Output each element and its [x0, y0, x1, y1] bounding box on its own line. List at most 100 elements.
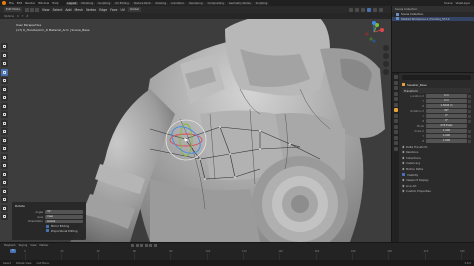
navigation-gizmo[interactable] — [363, 21, 385, 43]
shrink-tool-button[interactable] — [1, 196, 8, 203]
prev-keyframe-icon[interactable] — [135, 244, 139, 247]
rotation-mode-dropdown[interactable]: XYZ Euler — [426, 124, 467, 128]
orientation-dropdown[interactable]: Global — [127, 7, 141, 12]
lock-icon[interactable] — [468, 104, 471, 108]
outliner-item[interactable]: Twisted Workpiece.1 (Hoodie)_ST.1X — [392, 16, 474, 22]
overlay-icon[interactable] — [349, 7, 353, 12]
extrude-tool-button[interactable] — [1, 119, 8, 127]
bevel-tool-button[interactable] — [1, 136, 8, 144]
rip-tool-button[interactable] — [1, 213, 8, 220]
scale-tool-button[interactable] — [1, 77, 8, 84]
delta-transform-section[interactable]: Delta Transform — [401, 144, 471, 149]
custom-properties-section[interactable]: Custom Properties — [401, 189, 471, 194]
tab-texture-paint[interactable]: Texture Paint — [131, 1, 153, 5]
zoom-icon[interactable] — [383, 45, 389, 51]
measure-tool-button[interactable] — [1, 102, 8, 110]
menu-render[interactable]: Render — [25, 1, 35, 5]
play-icon[interactable] — [144, 244, 148, 247]
annotate-tool-button[interactable] — [1, 94, 8, 101]
scene-selector[interactable]: Scene — [444, 1, 453, 5]
knife-tool-button[interactable] — [1, 153, 8, 161]
vertex-select-icon[interactable] — [24, 7, 29, 12]
edge-slide-tool-button[interactable] — [1, 187, 8, 195]
camera-view-icon[interactable] — [383, 61, 389, 67]
menu-help[interactable]: Help — [52, 1, 58, 5]
scene-properties-icon[interactable] — [393, 97, 398, 101]
tab-uv-editing[interactable]: UV Editing — [113, 1, 131, 5]
lock-icon[interactable] — [468, 99, 471, 103]
lock-icon[interactable] — [468, 94, 471, 98]
instancing-section[interactable]: Instancing — [401, 161, 471, 166]
axis-field[interactable]: View — [45, 214, 83, 219]
playback-menu[interactable]: Playback — [4, 244, 16, 247]
lock-icon[interactable] — [468, 134, 471, 138]
tab-sculpting[interactable]: Sculpting — [96, 1, 113, 5]
menu-file[interactable]: File — [9, 1, 14, 5]
marker-menu[interactable]: Marker — [39, 244, 48, 247]
header-menu-select[interactable]: Select — [53, 8, 63, 12]
blender-logo-icon[interactable] — [2, 1, 6, 5]
rotation-y-field[interactable]: 0° — [426, 114, 467, 118]
transform-section-header[interactable]: Transform — [402, 88, 471, 93]
perspective-toggle-icon[interactable] — [383, 69, 389, 75]
tab-rendering[interactable]: Rendering — [187, 1, 205, 5]
add-cube-tool-button[interactable] — [1, 111, 8, 118]
location-y-field[interactable]: 0 m — [426, 99, 467, 103]
lock-icon[interactable] — [468, 139, 471, 143]
tab-shading[interactable]: Shading — [153, 1, 169, 5]
current-frame-indicator[interactable]: 1 — [10, 249, 16, 253]
rotate-tool-button[interactable] — [1, 68, 8, 76]
transform-tool-button[interactable] — [1, 85, 8, 93]
shear-tool-button[interactable] — [1, 204, 8, 212]
inset-tool-button[interactable] — [1, 128, 8, 135]
timeline-editor[interactable]: Playback Keying View Marker 0 20 40 60 80 100… — [0, 242, 474, 260]
smooth-tool-button[interactable] — [1, 179, 8, 186]
data-properties-icon[interactable] — [393, 135, 398, 140]
timeline-view-menu[interactable]: View — [30, 244, 36, 247]
face-select-icon[interactable] — [34, 7, 39, 12]
tab-animation[interactable]: Animation — [169, 1, 187, 5]
header-menu-face[interactable]: Face — [110, 8, 117, 12]
jump-end-icon[interactable] — [153, 244, 157, 247]
tool-properties-icon[interactable] — [393, 75, 398, 79]
lock-icon[interactable] — [468, 129, 471, 133]
rendered-shading-icon[interactable] — [379, 7, 383, 12]
spin-tool-button[interactable] — [1, 170, 8, 178]
header-menu-mesh[interactable]: Mesh — [75, 8, 83, 12]
line-art-section[interactable]: Line Art — [401, 183, 471, 188]
lock-icon[interactable] — [468, 114, 471, 118]
viewport-display-section[interactable]: Viewport Display — [401, 178, 471, 183]
location-x-field[interactable]: 0 m — [426, 94, 467, 98]
material-properties-icon[interactable] — [393, 141, 398, 145]
viewlayer-selector[interactable]: ViewLayer — [456, 1, 470, 5]
select-tool-button[interactable] — [1, 43, 8, 50]
visibility-section[interactable]: Visibility — [402, 172, 471, 177]
rotation-x-field[interactable]: 90° — [426, 109, 467, 113]
modifier-properties-icon[interactable] — [393, 113, 398, 118]
proportional-editing-checkbox[interactable] — [46, 229, 49, 233]
rotation-z-field[interactable]: 0° — [426, 119, 467, 123]
header-menu-vertex[interactable]: Vertex — [86, 8, 96, 12]
move-tool-button[interactable] — [1, 60, 8, 67]
play-reverse-icon[interactable] — [140, 244, 144, 247]
mode-dropdown[interactable]: Edit Mode — [4, 7, 22, 12]
mirror-editing-checkbox[interactable] — [46, 224, 49, 228]
polybuild-tool-button[interactable] — [1, 162, 8, 169]
object-properties-icon[interactable] — [393, 108, 398, 112]
tab-modeling[interactable]: Modeling — [79, 1, 96, 5]
header-menu-add[interactable]: Add — [65, 8, 71, 12]
lock-icon[interactable] — [468, 109, 471, 113]
material-shading-icon[interactable] — [373, 7, 377, 12]
output-properties-icon[interactable] — [393, 86, 398, 90]
solid-shading-icon[interactable] — [367, 7, 371, 12]
object-name[interactable]: Sweater_Base — [407, 83, 427, 87]
cursor-tool-button[interactable] — [1, 51, 8, 59]
physics-properties-icon[interactable] — [393, 124, 398, 129]
properties-search-input[interactable] — [402, 75, 471, 80]
edge-select-icon[interactable] — [29, 7, 34, 12]
mirror-x-toggle[interactable]: X — [17, 15, 19, 18]
mirror-z-toggle[interactable]: Z — [26, 15, 28, 18]
relations-section[interactable]: Relations — [401, 150, 471, 155]
wireframe-shading-icon[interactable] — [361, 7, 365, 12]
tab-geometry-nodes[interactable]: Geometry Nodes — [226, 1, 253, 5]
